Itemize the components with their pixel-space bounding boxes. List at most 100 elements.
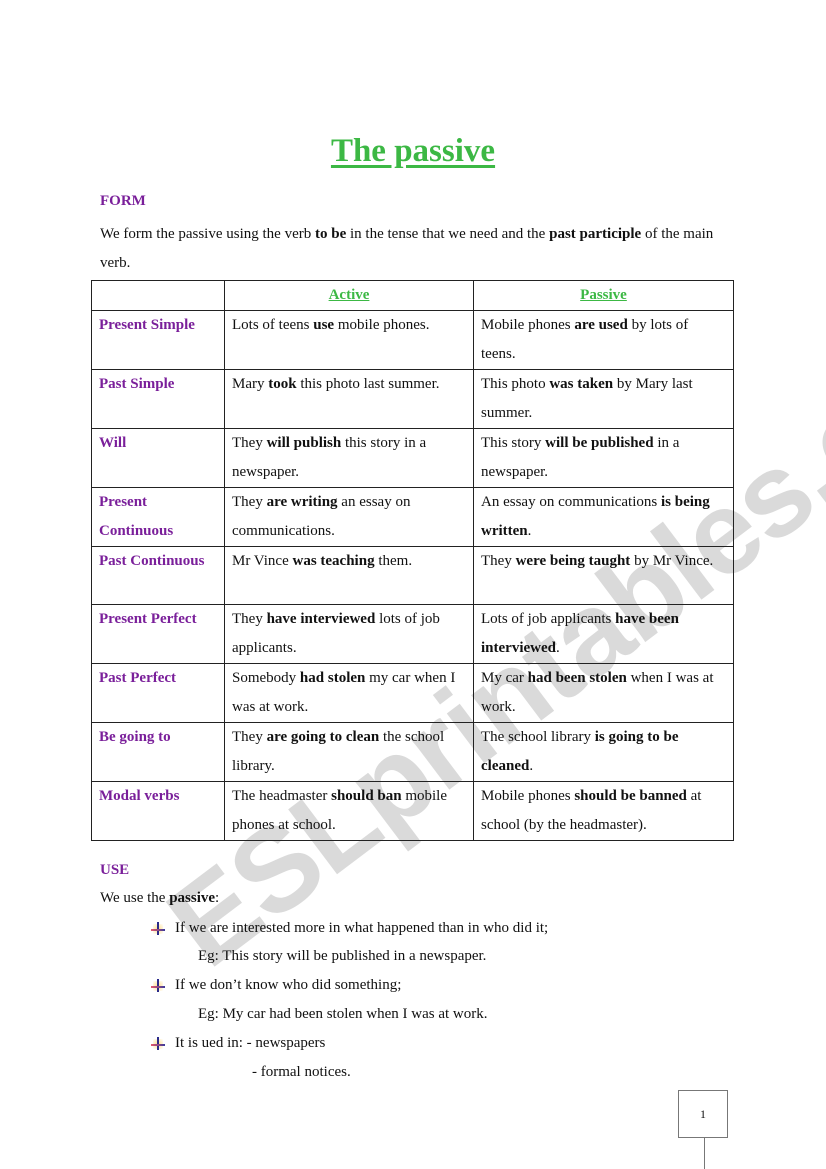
header-passive-label: Passive xyxy=(580,287,627,303)
arrow-down-bullet-icon xyxy=(150,921,166,936)
passive-example-pre: Lots of job applicants xyxy=(481,611,616,627)
passive-example-pre: This photo xyxy=(481,376,550,392)
page-title: The passive xyxy=(330,133,496,169)
active-example-bold: should ban xyxy=(331,788,402,804)
passive-example-pre: My car xyxy=(481,670,528,686)
active-example-bold: was teaching xyxy=(292,553,375,569)
use-item-example: Eg: My car had been stolen when I was at… xyxy=(198,1006,488,1022)
passive-example-pre: Mobile phones xyxy=(481,788,575,804)
active-example-cell: They have interviewed lots of job applic… xyxy=(224,604,474,664)
intro-bold-to-be: to be xyxy=(315,226,347,242)
form-intro-paragraph: We form the passive using the verb to be… xyxy=(100,220,736,278)
tense-name-cell: Present Simple xyxy=(91,310,225,370)
active-example-pre: The headmaster xyxy=(232,788,332,804)
active-example-cell: Mary took this photo last summer. xyxy=(224,369,474,429)
header-tense-cell xyxy=(91,280,225,311)
table-row: Present Continuous They are writing an es… xyxy=(91,487,734,547)
tense-name-cell: Modal verbs xyxy=(91,781,225,841)
active-example-bold: took xyxy=(268,376,297,392)
passive-example-cell: Lots of job applicants have been intervi… xyxy=(473,604,734,664)
tense-name-cell: Be going to xyxy=(91,722,225,782)
table-row: Will They will publish this story in a ne… xyxy=(91,428,734,488)
active-example-bold: are going to clean xyxy=(266,729,380,745)
intro-text: in the tense that we need and the xyxy=(346,226,550,242)
active-example-cell: They are writing an essay on communicati… xyxy=(224,487,474,547)
passive-example-cell: They were being taught by Mr Vince. xyxy=(473,546,734,605)
passive-example-pre: Mobile phones xyxy=(481,317,575,333)
page-number: 1 xyxy=(700,1106,706,1121)
passive-example-pre: This story xyxy=(481,435,546,451)
table-row: Modal verbs The headmaster should ban mob… xyxy=(91,781,734,841)
use-item: It is ued in: - newspapers xyxy=(150,1035,325,1052)
tense-name-cell: Past Perfect xyxy=(91,663,225,723)
use-intro-text: : xyxy=(215,890,220,906)
passive-example-cell: My car had been stolen when I was at wor… xyxy=(473,663,734,723)
active-example-bold: had stolen xyxy=(299,670,366,686)
page-number-line xyxy=(704,1137,705,1169)
active-example-cell: They are going to clean the school libra… xyxy=(224,722,474,782)
tense-name-cell: Will xyxy=(91,428,225,488)
use-item-text: If we don’t know who did something; xyxy=(175,977,402,993)
passive-example-cell: This photo was taken by Mary last summer… xyxy=(473,369,734,429)
use-item: If we are interested more in what happen… xyxy=(150,920,548,937)
header-active-label: Active xyxy=(328,287,370,303)
active-example-cell: The headmaster should ban mobile phones … xyxy=(224,781,474,841)
tense-name-cell: Present Perfect xyxy=(91,604,225,664)
passive-example-pre: They xyxy=(481,553,516,569)
active-example-cell: Mr Vince was teaching them. xyxy=(224,546,474,605)
tense-name-cell: Past Simple xyxy=(91,369,225,429)
table-row: Present Simple Lots of teens use mobile p… xyxy=(91,310,734,370)
active-example-cell: Lots of teens use mobile phones. xyxy=(224,310,474,370)
arrow-down-bullet-icon xyxy=(150,1036,166,1051)
intro-bold-past-participle: past participle xyxy=(549,226,642,242)
page-number-box: 1 xyxy=(678,1090,728,1138)
active-example-pre: They xyxy=(232,611,267,627)
passive-example-bold: had been stolen xyxy=(527,670,627,686)
active-example-pre: Mary xyxy=(232,376,269,392)
use-item-sub: - formal notices. xyxy=(252,1064,351,1080)
active-example-bold: are writing xyxy=(266,494,338,510)
table-header-row: Active Passive xyxy=(91,280,734,311)
passive-example-bold: was taken xyxy=(549,376,614,392)
passive-example-pre: An essay on communications xyxy=(481,494,661,510)
passive-example-cell: The school library is going to be cleane… xyxy=(473,722,734,782)
table-row: Past Perfect Somebody had stolen my car w… xyxy=(91,663,734,723)
use-intro-bold: passive xyxy=(169,890,216,906)
table-row: Be going to They are going to clean the s… xyxy=(91,722,734,782)
passive-example-pre: The school library xyxy=(481,729,595,745)
passive-example-bold: will be published xyxy=(545,435,654,451)
passive-example-post: . xyxy=(555,640,560,656)
passive-example-cell: Mobile phones are used by lots of teens. xyxy=(473,310,734,370)
table-row: Past Continuous Mr Vince was teaching the… xyxy=(91,546,734,605)
arrow-down-bullet-icon xyxy=(150,978,166,993)
passive-example-post: . xyxy=(529,758,534,774)
intro-text: We form the passive using the verb xyxy=(100,226,315,242)
active-example-cell: Somebody had stolen my car when I was at… xyxy=(224,663,474,723)
use-intro: We use the passive: xyxy=(100,890,219,907)
passive-example-post: . xyxy=(527,523,532,539)
active-example-post: mobile phones. xyxy=(334,317,430,333)
use-item-example: Eg: This story will be published in a ne… xyxy=(198,948,487,964)
active-example-bold: have interviewed xyxy=(266,611,376,627)
header-passive-cell: Passive xyxy=(473,280,734,311)
active-example-post: this photo last summer. xyxy=(296,376,440,392)
active-example-cell: They will publish this story in a newspa… xyxy=(224,428,474,488)
passive-tense-table: Active Passive Present Simple Lots of tee… xyxy=(91,280,734,841)
passive-example-cell: This story will be published in a newspa… xyxy=(473,428,734,488)
tense-name-cell: Past Continuous xyxy=(91,546,225,605)
tense-name-cell: Present Continuous xyxy=(91,487,225,547)
table-row: Present Perfect They have interviewed lot… xyxy=(91,604,734,664)
use-intro-text: We use the xyxy=(100,890,170,906)
active-example-bold: will publish xyxy=(266,435,342,451)
active-example-pre: Lots of teens xyxy=(232,317,314,333)
form-heading: FORM xyxy=(100,193,146,209)
active-example-pre: They xyxy=(232,494,267,510)
table-row: Past Simple Mary took this photo last sum… xyxy=(91,369,734,429)
passive-example-bold: should be banned xyxy=(574,788,687,804)
use-item-text: If we are interested more in what happen… xyxy=(175,920,549,936)
passive-example-post: by Mr Vince. xyxy=(630,553,714,569)
passive-example-cell: Mobile phones should be banned at school… xyxy=(473,781,734,841)
passive-example-bold: are used xyxy=(574,317,628,333)
use-item: If we don’t know who did something; xyxy=(150,977,401,994)
passive-example-bold: were being taught xyxy=(515,553,631,569)
